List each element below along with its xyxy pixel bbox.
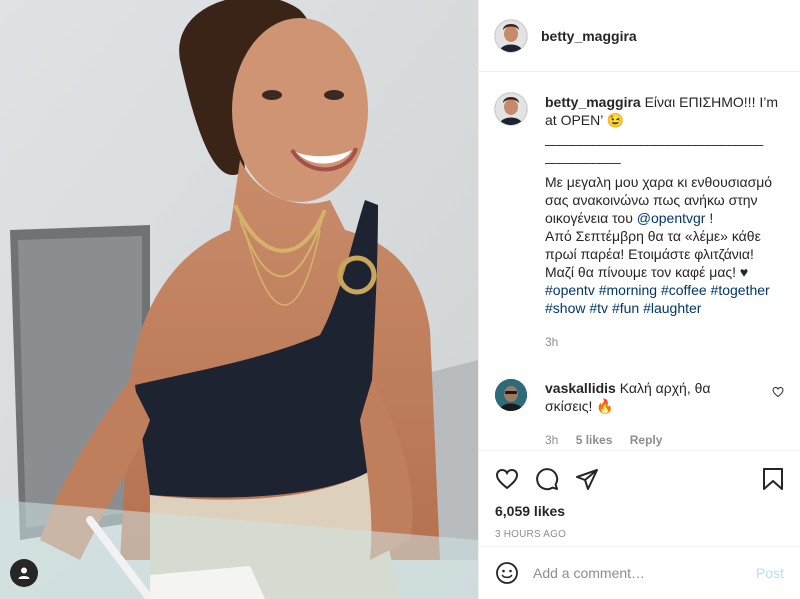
caption-avatar[interactable] bbox=[495, 93, 527, 125]
user-tag-icon bbox=[18, 567, 30, 579]
caption-divider-2: ___________ bbox=[545, 148, 621, 164]
heart-icon bbox=[495, 468, 519, 490]
post-image bbox=[0, 0, 478, 599]
hashtag-link[interactable]: #coffee bbox=[661, 282, 707, 298]
comment-button[interactable] bbox=[535, 459, 575, 499]
commenter-avatar[interactable] bbox=[495, 379, 527, 411]
caption-meta: 3h bbox=[545, 333, 784, 351]
mention-suffix: ! bbox=[705, 210, 714, 226]
hashtag-link[interactable]: #laughter bbox=[643, 300, 701, 316]
hashtag-link[interactable]: #fun bbox=[612, 300, 639, 316]
comment-age[interactable]: 3h bbox=[545, 433, 558, 447]
post-actions: 6,059 likes 3 HOURS AGO bbox=[479, 450, 800, 546]
caption: betty_maggira Είναι ΕΠΙΣΗΜΟ!!! I’m at OP… bbox=[495, 93, 784, 351]
caption-divider: ________________________________ bbox=[545, 130, 763, 146]
share-icon bbox=[576, 469, 598, 490]
bookmark-icon bbox=[763, 468, 783, 490]
share-button[interactable] bbox=[575, 459, 615, 499]
post-timestamp[interactable]: 3 HOURS AGO bbox=[495, 529, 784, 540]
hashtag-link[interactable]: #show bbox=[545, 300, 585, 316]
user-tag-button[interactable] bbox=[10, 559, 38, 587]
mention-link[interactable]: @opentvgr bbox=[637, 210, 706, 226]
reply-button[interactable]: Reply bbox=[630, 433, 663, 447]
save-button[interactable] bbox=[744, 459, 784, 499]
post-comment-button[interactable]: Post bbox=[756, 565, 784, 581]
comment-icon bbox=[536, 468, 559, 491]
post-photo[interactable] bbox=[0, 0, 478, 599]
hashtag-link[interactable]: #tv bbox=[589, 300, 608, 316]
likes-count[interactable]: 6,059 likes bbox=[495, 503, 784, 519]
comment-likes[interactable]: 5 likes bbox=[576, 433, 613, 447]
caption-line-2: Από Σεπτέμβρη θα τα «λέμε» κάθε πρωί παρ… bbox=[545, 228, 761, 280]
comment-item: vaskallidis Καλή αρχή, θα σκίσεις! 🔥 3h … bbox=[495, 379, 784, 449]
author-username[interactable]: betty_maggira bbox=[541, 28, 637, 44]
post-details-panel: betty_maggira betty_maggira Είναι ΕΠΙΣΗΜ… bbox=[478, 0, 800, 599]
comment-input[interactable] bbox=[533, 565, 756, 581]
hashtag-link[interactable]: #opentv bbox=[545, 282, 595, 298]
comment-like-button[interactable] bbox=[772, 385, 784, 401]
add-comment-bar: Post bbox=[479, 546, 800, 599]
hashtag-link[interactable]: #morning bbox=[599, 282, 657, 298]
caption-username[interactable]: betty_maggira bbox=[545, 94, 641, 110]
post-header: betty_maggira bbox=[479, 0, 800, 72]
commenter-username[interactable]: vaskallidis bbox=[545, 380, 616, 396]
heart-icon bbox=[772, 386, 784, 398]
emoji-button[interactable] bbox=[495, 561, 519, 585]
like-button[interactable] bbox=[495, 459, 535, 499]
comment-meta: 3h 5 likes Reply bbox=[545, 431, 760, 449]
hashtag-link[interactable]: #together bbox=[711, 282, 770, 298]
caption-age[interactable]: 3h bbox=[545, 335, 558, 349]
comments-section[interactable]: betty_maggira Είναι ΕΠΙΣΗΜΟ!!! I’m at OP… bbox=[479, 73, 800, 449]
emoji-icon bbox=[496, 562, 518, 584]
author-avatar[interactable] bbox=[495, 19, 527, 52]
